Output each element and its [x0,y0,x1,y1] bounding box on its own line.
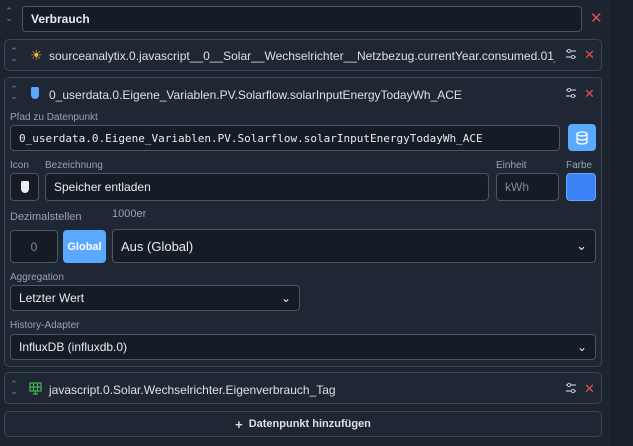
remove-icon[interactable]: ✕ [584,48,595,61]
unit-input[interactable]: kWh [496,173,559,201]
name-input[interactable]: Speicher entladen [45,173,489,201]
color-label: Farbe [566,160,593,171]
collapse-handle-icon[interactable]: ⌃ ⌄ [4,7,14,23]
close-icon[interactable]: ✕ [590,11,603,26]
remove-icon[interactable]: ✕ [584,87,595,100]
path-label: Pfad zu Datenpunkt [10,112,98,123]
datapoint-item: ⌃ ⌄ javascript.0.Solar.Wechselrichter.Eig… [4,372,602,404]
plug-icon [31,87,39,99]
color-swatch[interactable] [566,173,596,201]
settings-sliders-icon[interactable] [565,382,577,397]
chevron-down-icon: ⌄ [576,238,587,253]
solar-panel-icon [29,382,42,398]
chevron-down-icon: ⌄ [280,291,291,305]
datapoint-path: javascript.0.Solar.Wechselrichter.Eigenv… [49,383,336,397]
chevron-down-icon: ⌄ [576,340,587,354]
add-datapoint-button[interactable]: + Datenpunkt hinzufügen [4,411,602,437]
database-button[interactable] [568,124,596,151]
aggregation-label: Aggregation [10,272,64,283]
settings-sliders-icon[interactable] [565,48,577,63]
thousands-value: Aus (Global) [121,238,194,254]
decimals-label: Dezimalstellen [10,211,82,223]
global-button[interactable]: Global [63,230,106,263]
drag-handle-icon[interactable]: ⌃ ⌄ [9,47,19,63]
aggregation-value: Letzter Wert [19,291,85,305]
remove-icon[interactable]: ✕ [584,382,595,395]
thousands-select[interactable]: Aus (Global) ⌄ [112,229,596,263]
title-input[interactable]: Verbrauch [22,6,582,32]
sun-tower-icon: ☀ [30,47,43,63]
aggregation-select[interactable]: Letzter Wert ⌄ [10,285,300,311]
datapoint-item: ⌃ ⌄ ☀ sourceanalytix.0.javascript__0__Sol… [4,39,602,71]
history-select[interactable]: InfluxDB (influxdb.0) ⌄ [10,334,596,360]
drag-handle-icon[interactable]: ⌃ ⌄ [9,380,19,396]
icon-label: Icon [10,160,29,171]
datapoint-path: 0_userdata.0.Eigene_Variablen.PV.Solarfl… [49,88,462,102]
decimals-input[interactable]: 0 [10,230,58,263]
unit-label: Einheit [496,160,527,171]
plug-icon [20,181,29,193]
database-icon [576,130,588,145]
plus-icon: + [235,416,243,432]
icon-picker[interactable] [10,173,39,201]
name-label: Bezeichnung [45,160,103,171]
history-value: InfluxDB (influxdb.0) [19,340,128,354]
add-datapoint-label: Datenpunkt hinzufügen [248,418,371,430]
drag-handle-icon[interactable]: ⌃ ⌄ [9,85,19,101]
settings-sliders-icon[interactable] [565,87,577,102]
datapoint-path: sourceanalytix.0.javascript__0__Solar__W… [49,49,555,63]
path-input[interactable]: 0_userdata.0.Eigene_Variablen.PV.Solarfl… [10,125,560,151]
thousands-label: 1000er [112,208,147,220]
scrollbar[interactable] [610,0,633,446]
history-label: History-Adapter [10,320,80,331]
